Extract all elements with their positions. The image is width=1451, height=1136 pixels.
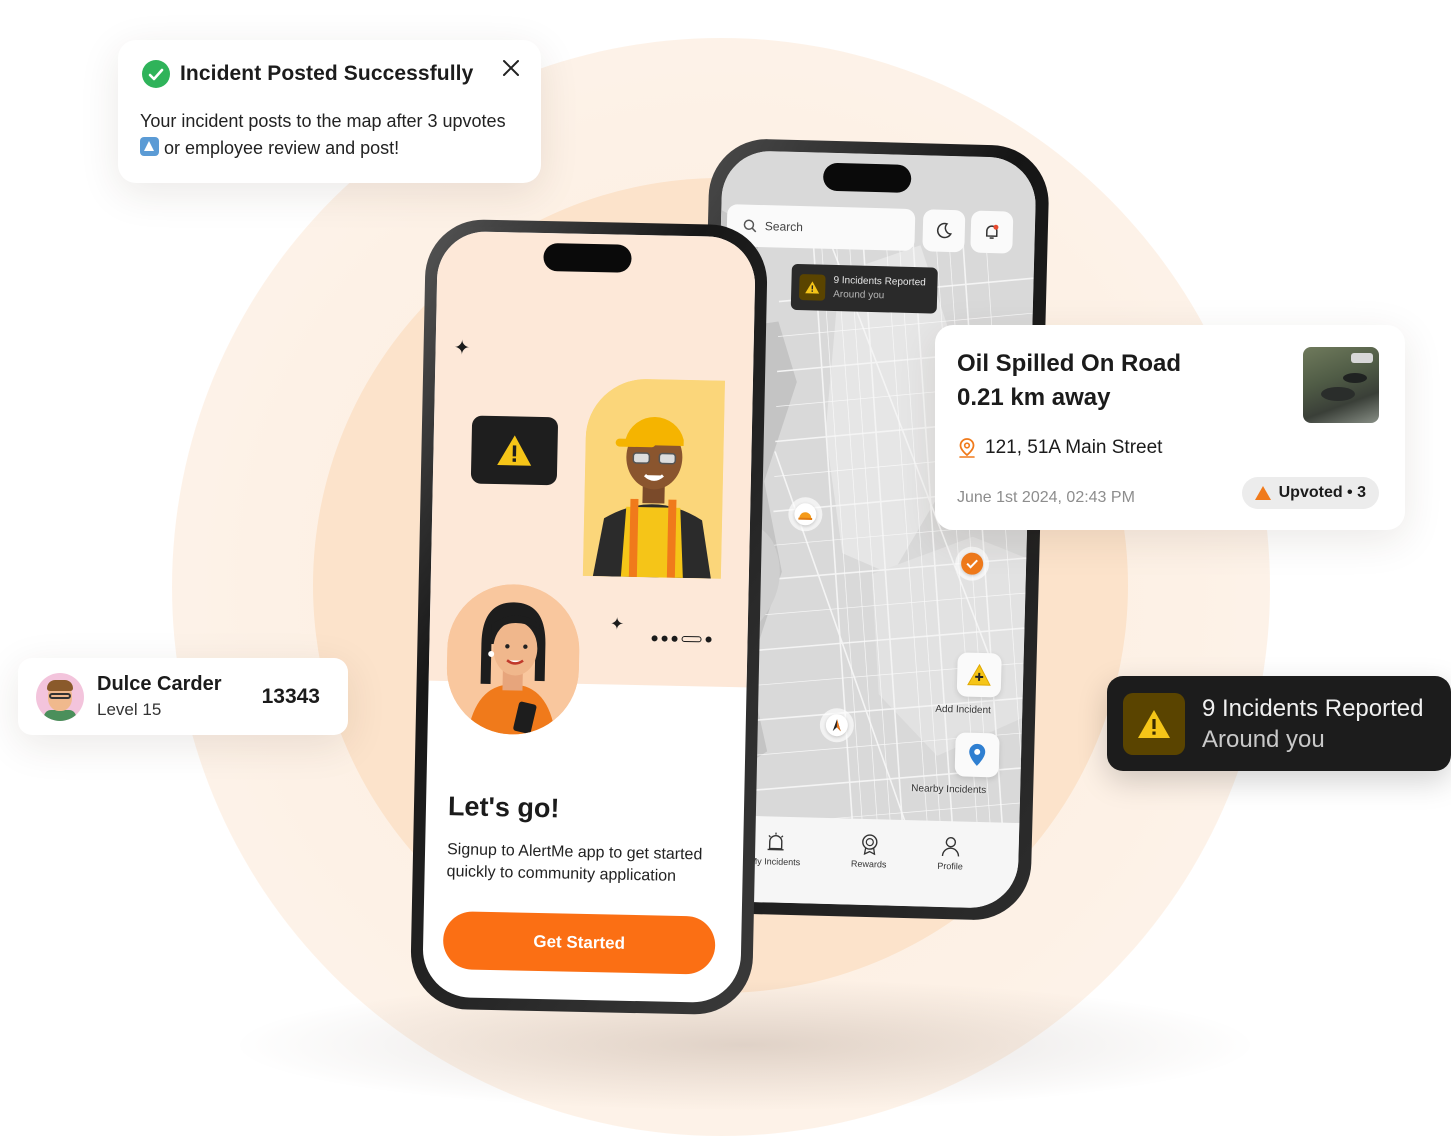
dark-mode-button[interactable] [922,209,966,253]
user-icon [941,837,960,857]
incident-detail-card[interactable]: Oil Spilled On Road 0.21 km away 121, 51… [935,325,1405,530]
warning-icon [1123,692,1185,755]
upvote-button[interactable]: Upvoted • 3 [1241,477,1379,509]
warning-icon [798,274,826,301]
toast-message-part2: or employee review and post! [164,138,400,158]
incident-address-row: 121, 51A Main Street [957,437,1383,459]
moon-icon [936,222,952,239]
hardhat-icon [798,512,813,520]
warning-icon [497,435,532,466]
incidents-around-chip[interactable]: 9 Incidents Reported Around you [1107,676,1451,771]
user-level: Level 15 [97,700,162,719]
worker-avatar-icon [582,377,725,579]
search-placeholder: Search [764,219,804,235]
add-incident-button[interactable] [956,652,1002,698]
onboarding-phone: ✦ ✦ Let's go! Signup to AlertMe app to g… [409,218,769,1016]
dynamic-island [543,242,632,273]
siren-icon [767,832,784,851]
location-pin-icon [969,743,986,766]
search-icon [743,219,757,233]
person-icon [832,719,841,732]
tab-my-incidents[interactable]: My Incidents [750,830,801,867]
upvote-triangle-icon [1254,486,1271,500]
map-incidents-pill[interactable]: 9 Incidents Reported Around you [790,263,938,314]
nearby-incidents-label: Nearby Incidents [911,783,987,797]
incident-photo[interactable] [1303,347,1379,423]
add-incident-label: Add Incident [935,703,992,717]
toast-message: Your incident posts to the map after 3 u… [140,108,519,162]
sparkle-icon: ✦ [453,337,471,360]
up-arrow-icon [140,137,159,156]
tab-rewards-label: Rewards [850,858,887,870]
avatar [36,672,84,721]
incidents-chip-title: 9 Incidents Reported [1202,694,1424,722]
tab-my-incidents-label: My Incidents [749,855,801,868]
warning-bubble [470,415,559,486]
toast-title: Incident Posted Successfully [180,62,474,85]
success-toast: Incident Posted Successfully Your incide… [118,40,541,183]
get-started-button[interactable]: Get Started [442,911,716,975]
location-pin-icon [959,438,975,458]
onboarding-headline: Let's go! [447,791,560,824]
user-name: Dulce Carder [97,673,222,695]
toast-message-part1: Your incident posts to the map after 3 u… [140,111,506,131]
bell-icon [985,224,999,239]
add-warning-icon [967,663,991,686]
woman-avatar-icon [445,583,581,736]
check-icon [966,559,978,569]
tab-profile-label: Profile [937,860,963,872]
incident-address: 121, 51A Main Street [985,437,1163,458]
pager-dots [651,635,712,643]
worker-illustration [582,377,725,579]
close-icon[interactable] [501,58,521,78]
upvote-label: Upvoted • 3 [1278,484,1366,501]
nearby-incidents-button[interactable] [954,732,1000,778]
floor-shadow [240,980,1250,1110]
dynamic-island [822,162,912,193]
tab-rewards[interactable]: Rewards [851,833,887,870]
sparkle-icon: ✦ [609,614,625,634]
hero-illustration: ✦ ✦ [428,230,756,736]
woman-illustration [445,583,581,736]
onboarding-screen: ✦ ✦ Let's go! Signup to AlertMe app to g… [422,230,756,1004]
user-score: 13343 [261,684,320,708]
tab-profile[interactable]: Profile [937,835,963,872]
notifications-button[interactable] [970,210,1014,254]
check-circle-icon [142,60,170,88]
badge-icon [861,834,878,856]
onboarding-subtext: Signup to AlertMe app to get started qui… [446,841,703,885]
user-card[interactable]: Dulce Carder Level 15 13343 [18,658,348,735]
incidents-chip-subtitle: Around you [1202,725,1325,753]
map-pill-subtitle: Around you [832,288,885,302]
